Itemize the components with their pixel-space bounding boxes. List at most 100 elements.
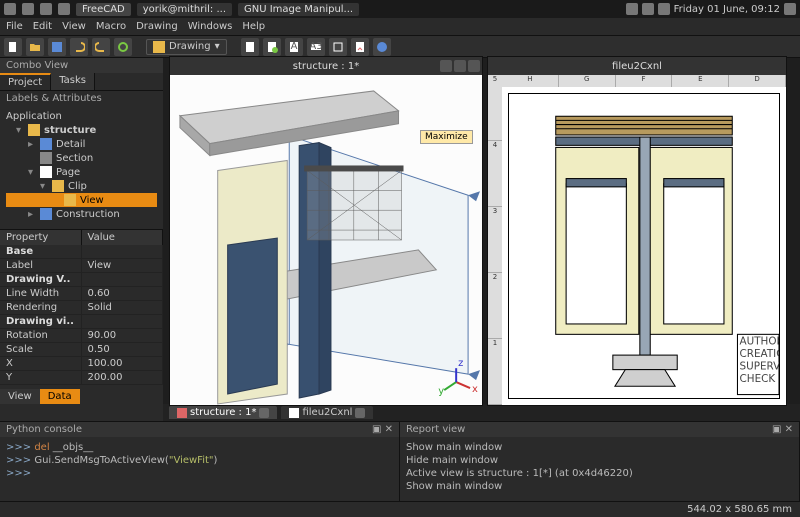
prop-value[interactable]: View bbox=[82, 259, 164, 273]
taskbar-item[interactable]: GNU Image Manipul... bbox=[238, 3, 359, 16]
tree-item-section[interactable]: Section bbox=[6, 151, 157, 165]
os-app-icon[interactable] bbox=[40, 3, 52, 15]
tree-app[interactable]: Application bbox=[6, 110, 157, 123]
svg-text:x: x bbox=[472, 384, 478, 395]
save-button[interactable] bbox=[48, 38, 66, 56]
viewport-3d[interactable]: x y z bbox=[170, 75, 482, 405]
svg-text:AUTHOR N: AUTHOR N bbox=[740, 336, 779, 348]
col-property: Property bbox=[0, 230, 82, 245]
menu-windows[interactable]: Windows bbox=[188, 21, 233, 32]
os-menu-icon[interactable] bbox=[4, 3, 16, 15]
menu-edit[interactable]: Edit bbox=[33, 21, 52, 32]
os-app-icon[interactable] bbox=[58, 3, 70, 15]
prop-value[interactable]: Solid bbox=[82, 301, 164, 315]
ruler-vertical: 54321 bbox=[488, 75, 502, 405]
viewport-drawing[interactable]: 54321 HGFED bbox=[488, 75, 786, 405]
svg-text:y: y bbox=[438, 386, 444, 397]
combo-view-panel: Combo View Project Tasks Labels & Attrib… bbox=[0, 58, 163, 404]
menu-help[interactable]: Help bbox=[242, 21, 265, 32]
menu-view[interactable]: View bbox=[62, 21, 86, 32]
minimize-button[interactable] bbox=[440, 60, 452, 72]
prop-key: Rendering bbox=[0, 301, 82, 315]
close-button[interactable] bbox=[468, 60, 480, 72]
clip-button[interactable] bbox=[329, 38, 347, 56]
doc-tab[interactable]: structure : 1* bbox=[169, 406, 277, 419]
property-panel: PropertyValue Base LabelView Drawing V..… bbox=[0, 229, 163, 404]
panel-title: Combo View bbox=[0, 58, 163, 73]
mdi-area: structure : 1* bbox=[163, 58, 800, 404]
svg-text:A: A bbox=[290, 41, 297, 52]
maximize-button[interactable] bbox=[454, 60, 466, 72]
proptab-view[interactable]: View bbox=[0, 389, 40, 404]
prop-value[interactable]: 90.00 bbox=[82, 329, 164, 343]
undo-button[interactable] bbox=[70, 38, 88, 56]
os-app-icon[interactable] bbox=[22, 3, 34, 15]
open-file-button[interactable] bbox=[26, 38, 44, 56]
taskbar-item[interactable]: FreeCAD bbox=[76, 3, 131, 16]
chevron-down-icon: ▾ bbox=[215, 41, 220, 52]
report-view[interactable]: Show main window Hide main window Active… bbox=[400, 437, 799, 497]
tree-header: Labels & Attributes bbox=[0, 91, 163, 106]
panel-controls-icon[interactable]: ▣ ✕ bbox=[772, 424, 793, 435]
insert-view-button[interactable]: A bbox=[285, 38, 303, 56]
menu-drawing[interactable]: Drawing bbox=[136, 21, 178, 32]
tab-tasks[interactable]: Tasks bbox=[51, 73, 95, 90]
tray-icon[interactable] bbox=[642, 3, 654, 15]
os-taskbar: FreeCAD yorik@mithril: ... GNU Image Man… bbox=[0, 0, 800, 18]
prop-key: Scale bbox=[0, 343, 82, 357]
menu-file[interactable]: File bbox=[6, 21, 23, 32]
prop-key: Y bbox=[0, 371, 82, 385]
python-console[interactable]: >>> del __objs__ >>> Gui.SendMsgToActive… bbox=[0, 437, 399, 484]
window-title: structure : 1* bbox=[293, 61, 359, 72]
new-page-button[interactable] bbox=[263, 38, 281, 56]
taskbar-item[interactable]: yorik@mithril: ... bbox=[137, 3, 232, 16]
workbench-selector[interactable]: Drawing ▾ bbox=[146, 39, 227, 55]
panel-title: Python console bbox=[6, 424, 82, 435]
window-title: fileu2Cxnl bbox=[612, 61, 662, 72]
tab-project[interactable]: Project bbox=[0, 73, 51, 90]
menu-macro[interactable]: Macro bbox=[96, 21, 126, 32]
svg-text:SUPERVIS: SUPERVIS bbox=[740, 361, 779, 373]
prop-value[interactable]: 0.60 bbox=[82, 287, 164, 301]
window-drawing-page: fileu2Cxnl 54321 HGFED bbox=[487, 56, 787, 406]
toolbar: Drawing ▾ A A3 bbox=[0, 36, 800, 58]
annotation-button[interactable]: A3 bbox=[307, 38, 325, 56]
refresh-button[interactable] bbox=[114, 38, 132, 56]
close-icon[interactable] bbox=[259, 408, 269, 418]
prop-group: Drawing vi.. bbox=[0, 315, 82, 329]
clock: Friday 01 June, 09:12 bbox=[674, 4, 780, 15]
prop-value[interactable]: 200.00 bbox=[82, 371, 164, 385]
tree-item-detail[interactable]: ▸Detail bbox=[6, 137, 157, 151]
tree-doc[interactable]: ▾structure bbox=[6, 123, 157, 137]
svg-text:z: z bbox=[458, 358, 463, 369]
tray-icon[interactable] bbox=[784, 3, 796, 15]
prop-group: Base bbox=[0, 245, 82, 259]
close-icon[interactable] bbox=[355, 408, 365, 418]
panel-controls-icon[interactable]: ▣ ✕ bbox=[372, 424, 393, 435]
prop-key: Rotation bbox=[0, 329, 82, 343]
tree-item-view[interactable]: View bbox=[6, 193, 157, 207]
prop-group: Drawing V.. bbox=[0, 273, 82, 287]
tree-item-clip[interactable]: ▾Clip bbox=[6, 179, 157, 193]
prop-key: Label bbox=[0, 259, 82, 273]
browser-button[interactable] bbox=[373, 38, 391, 56]
prop-value[interactable]: 100.00 bbox=[82, 357, 164, 371]
tree-item-page[interactable]: ▾Page bbox=[6, 165, 157, 179]
page-icon[interactable] bbox=[241, 38, 259, 56]
tree-item-construction[interactable]: ▸Construction bbox=[6, 207, 157, 221]
doc-tab[interactable]: fileu2Cxnl bbox=[281, 406, 373, 419]
svg-text:A3: A3 bbox=[310, 41, 322, 52]
model-tree: Application ▾structure ▸Detail Section ▾… bbox=[0, 106, 163, 225]
proptab-data[interactable]: Data bbox=[40, 389, 80, 404]
panel-title: Report view bbox=[406, 424, 465, 435]
new-file-button[interactable] bbox=[4, 38, 22, 56]
redo-button[interactable] bbox=[92, 38, 110, 56]
ruler-horizontal: HGFED bbox=[502, 75, 786, 87]
status-dimensions: 544.02 x 580.65 mm bbox=[687, 504, 792, 515]
prop-value[interactable]: 0.50 bbox=[82, 343, 164, 357]
tooltip: Maximize bbox=[420, 130, 473, 144]
tray-icon[interactable] bbox=[658, 3, 670, 15]
export-button[interactable] bbox=[351, 38, 369, 56]
document-tabs: structure : 1* fileu2Cxnl bbox=[163, 404, 800, 421]
tray-icon[interactable] bbox=[626, 3, 638, 15]
